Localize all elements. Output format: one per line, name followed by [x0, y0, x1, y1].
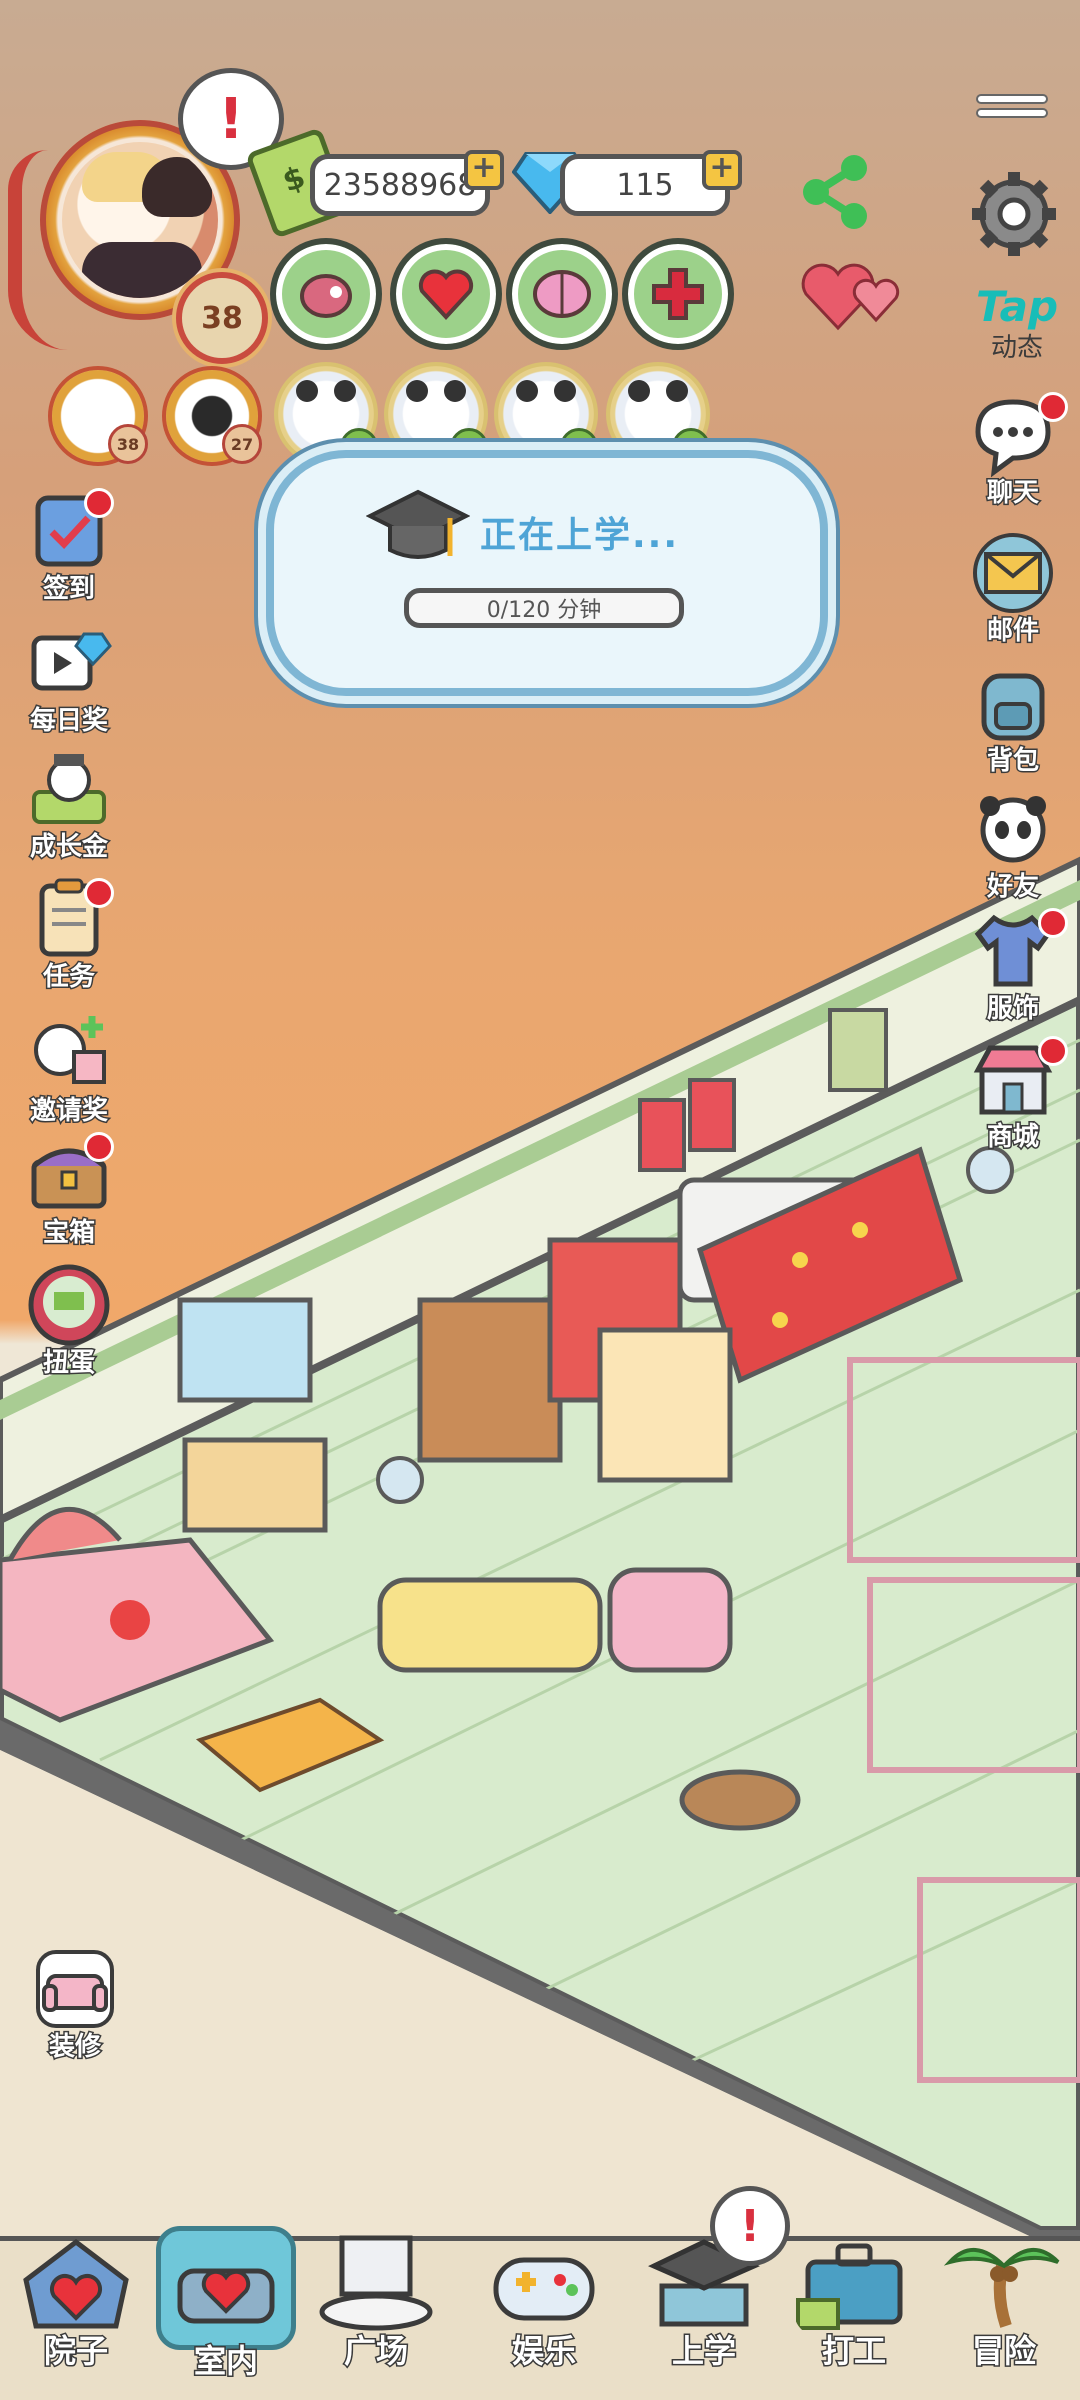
video-diamond-icon [31, 632, 112, 691]
yellow-sofa [377, 1577, 603, 1673]
mail-button[interactable]: 邮件 [958, 530, 1068, 648]
decorate-button[interactable]: 装修 [20, 1946, 130, 2064]
room-scene [0, 856, 1080, 2260]
nav-yard[interactable]: 院子 [6, 2226, 146, 2372]
avatar[interactable] [62, 142, 218, 298]
shop-button[interactable]: 商城 [958, 1036, 1068, 1154]
nav-school-alert[interactable]: ! [710, 2186, 790, 2266]
gamepad-icon [493, 2257, 595, 2321]
gacha-button[interactable]: 扭蛋 [14, 1262, 124, 1380]
tasks-button[interactable]: 任务 [14, 876, 124, 994]
briefcase-icon [796, 2243, 903, 2330]
cash-counter: 23588968 [310, 154, 490, 216]
sofa-icon [36, 1950, 114, 2028]
brain-icon [533, 270, 591, 318]
round-table [679, 1769, 801, 1831]
mail-icon [973, 533, 1053, 613]
family-level-2: 27 [222, 424, 262, 464]
cash-add-button[interactable]: + [464, 150, 504, 190]
dresser [182, 1437, 328, 1533]
tap-logo: Tap [975, 282, 1059, 331]
graduation-cap-icon [366, 489, 470, 559]
school-status-title: 正在上学... [480, 515, 680, 556]
daily-reward-button[interactable]: 每日奖 [14, 620, 124, 738]
nav-indoor[interactable]: 室内 [156, 2226, 296, 2382]
school-progress-text: 0/120 分钟 [486, 598, 602, 623]
gear-icon[interactable] [968, 168, 1060, 260]
checkin-button[interactable]: 签到 [14, 488, 124, 606]
panda-friends-icon [980, 796, 1046, 863]
share-icon[interactable] [798, 152, 874, 232]
nav-work[interactable]: 打工 [784, 2226, 924, 2372]
chat-button[interactable]: 聊天 [958, 392, 1068, 510]
need-love[interactable] [390, 238, 502, 350]
need-brain[interactable] [506, 238, 618, 350]
diamond-value: 115 [616, 167, 674, 203]
yard-house-icon [23, 2238, 129, 2329]
clothing-button[interactable]: 服饰 [958, 908, 1068, 1026]
backpack-icon [981, 673, 1045, 741]
plaza-building-icon [319, 2235, 433, 2331]
school-status-banner[interactable] [266, 450, 828, 696]
need-health[interactable] [622, 238, 734, 350]
panda-gift-icon [34, 1016, 106, 1084]
plus-cross-icon [652, 268, 704, 320]
notification-dot [1038, 1036, 1068, 1066]
notification-dot [84, 1132, 114, 1162]
treasure-chest-button[interactable]: 宝箱 [14, 1132, 124, 1250]
backpack-button[interactable]: 背包 [958, 660, 1068, 778]
invite-reward-button[interactable]: 邀请奖 [14, 1010, 124, 1128]
stairs [597, 1327, 733, 1483]
notification-dot [84, 878, 114, 908]
diamond-add-button[interactable]: + [702, 150, 742, 190]
tap-moments-button[interactable]: Tap 动态 [962, 282, 1072, 364]
nav-adventure[interactable]: 冒险 [934, 2226, 1074, 2372]
need-food[interactable] [270, 238, 382, 350]
family-level-1: 38 [108, 424, 148, 464]
indoor-bed-icon [177, 2268, 275, 2324]
pink-armchair [607, 1567, 733, 1673]
panda-money-icon [32, 754, 106, 824]
friends-button[interactable]: 好友 [958, 786, 1068, 904]
notification-dot [1038, 908, 1068, 938]
capsule-machine-icon [28, 1264, 110, 1346]
nav-plaza[interactable]: 广场 [306, 2226, 446, 2372]
nav-entertainment[interactable]: 娱乐 [474, 2226, 614, 2372]
cash-value: 23588968 [323, 167, 477, 203]
moments-label: 动态 [990, 333, 1043, 363]
growth-fund-button[interactable]: 成长金 [14, 746, 124, 864]
meat-icon [300, 274, 352, 318]
fireplace [417, 1297, 563, 1463]
notification-dot [1038, 392, 1068, 422]
hamburger-menu-icon[interactable] [978, 96, 1046, 124]
notification-dot [84, 488, 114, 518]
hearts-icon[interactable] [798, 254, 902, 338]
school-progress-bar: 0/120 分钟 [404, 588, 684, 628]
palm-tree-icon [943, 2247, 1060, 2328]
nav-indoor-selected [156, 2226, 296, 2350]
heart-icon [418, 269, 474, 320]
level-badge: 38 [176, 272, 268, 364]
